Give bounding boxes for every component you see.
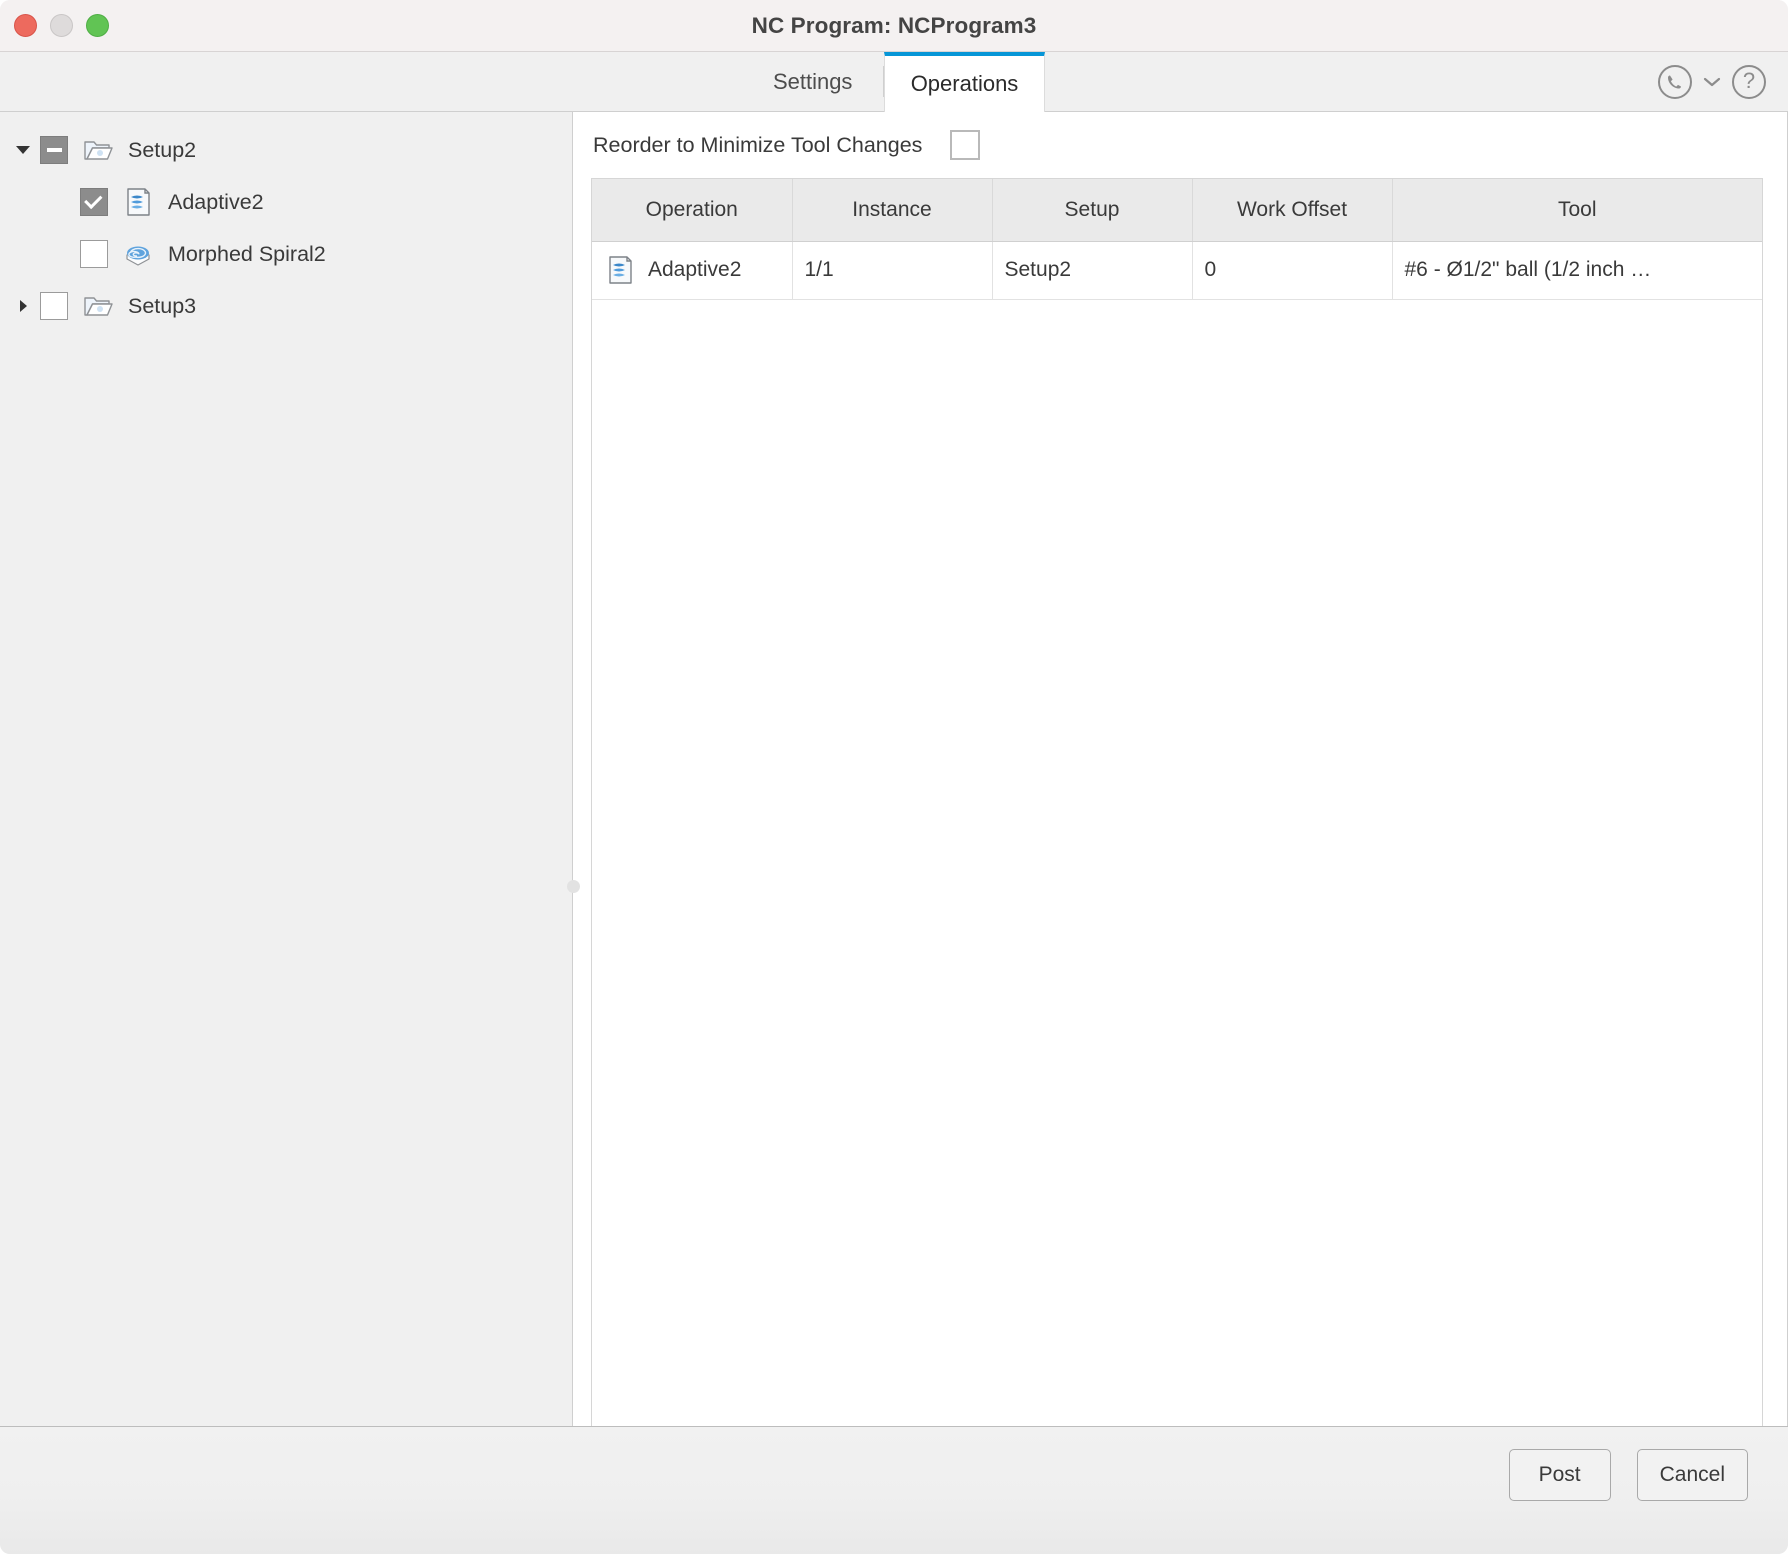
tree-item-setup2[interactable]: Setup2	[0, 124, 572, 176]
help-question-glyph: ?	[1742, 67, 1756, 93]
minimize-window-button[interactable]	[50, 14, 73, 37]
operations-table-container: Operation Instance Setup Work Offset Too…	[591, 178, 1763, 1426]
tree-checkbox-setup2[interactable]	[40, 136, 68, 164]
column-header-setup[interactable]: Setup	[992, 179, 1193, 242]
tab-list: Settings Operations	[743, 52, 1046, 112]
collapse-triangle-icon[interactable]	[6, 300, 40, 312]
cell-instance: 1/1	[792, 241, 993, 300]
column-header-tool[interactable]: Tool	[1392, 179, 1762, 242]
tab-settings-label: Settings	[772, 68, 853, 94]
operation-cell-content: Adaptive2	[604, 254, 780, 286]
operation-name: Adaptive2	[648, 258, 742, 281]
chevron-down-icon[interactable]	[1702, 72, 1722, 92]
folder-open-icon	[82, 290, 114, 322]
reorder-row: Reorder to Minimize Tool Changes	[573, 112, 1787, 178]
tree-item-label: Morphed Spiral2	[168, 241, 326, 266]
tab-bar-actions: ?	[1658, 52, 1766, 111]
maximize-window-button[interactable]	[86, 14, 109, 37]
expand-triangle-icon[interactable]	[6, 146, 40, 154]
column-header-work-offset[interactable]: Work Offset	[1192, 179, 1393, 242]
tree-checkbox-morphed-spiral2[interactable]	[80, 240, 108, 268]
reorder-checkbox[interactable]	[950, 130, 981, 160]
post-button[interactable]: Post	[1508, 1449, 1611, 1501]
window-title: NC Program: NCProgram3	[751, 12, 1037, 38]
pane-splitter-handle[interactable]	[567, 880, 580, 893]
table-header-row: Operation Instance Setup Work Offset Too…	[592, 179, 1762, 242]
title-bar: NC Program: NCProgram3	[0, 0, 1788, 52]
cell-setup: Setup2	[992, 241, 1193, 300]
cell-work-offset: 0	[1192, 241, 1393, 300]
tree-item-setup3[interactable]: Setup3	[0, 280, 572, 332]
operations-table: Operation Instance Setup Work Offset Too…	[592, 179, 1762, 300]
tab-settings[interactable]: Settings	[743, 52, 883, 111]
tree-item-adaptive2[interactable]: Adaptive2	[0, 176, 572, 228]
morphed-spiral-icon	[122, 238, 154, 270]
close-window-button[interactable]	[14, 14, 37, 37]
phone-in-circle-icon[interactable]	[1658, 64, 1692, 99]
tree-item-label: Setup2	[128, 137, 197, 162]
operations-panel: Reorder to Minimize Tool Changes Operati…	[573, 112, 1788, 1426]
nc-program-dialog: NC Program: NCProgram3 Settings Operatio…	[0, 0, 1788, 1554]
cell-tool: #6 - Ø1/2" ball (1/2 inch …	[1392, 241, 1762, 300]
adaptive-toolpath-icon	[604, 254, 636, 286]
column-header-instance[interactable]: Instance	[792, 179, 993, 242]
tree-item-label: Adaptive2	[168, 189, 264, 214]
dialog-body: Setup2 Adaptive2 Morphed Spiral2 Setup3 …	[0, 112, 1788, 1426]
tab-operations[interactable]: Operations	[883, 52, 1046, 112]
operations-tree: Setup2 Adaptive2 Morphed Spiral2 Setup3	[0, 112, 573, 1426]
column-header-operation[interactable]: Operation	[592, 179, 793, 242]
adaptive-toolpath-icon	[122, 186, 154, 218]
tree-item-label: Setup3	[128, 293, 197, 318]
folder-open-icon	[82, 134, 114, 166]
cancel-button[interactable]: Cancel	[1636, 1449, 1748, 1501]
operations-table-body: Adaptive2 1/1 Setup2 0 #6 - Ø1/2" ball (…	[592, 241, 1762, 300]
tree-item-morphed-spiral2[interactable]: Morphed Spiral2	[0, 228, 572, 280]
window-controls	[0, 14, 109, 37]
tree-checkbox-setup3[interactable]	[40, 292, 68, 320]
operations-table-head: Operation Instance Setup Work Offset Too…	[592, 179, 1762, 242]
table-row[interactable]: Adaptive2 1/1 Setup2 0 #6 - Ø1/2" ball (…	[592, 241, 1762, 300]
tree-checkbox-adaptive2[interactable]	[80, 188, 108, 216]
tab-operations-label: Operations	[910, 71, 1019, 96]
dialog-footer: Post Cancel	[0, 1426, 1788, 1554]
reorder-label: Reorder to Minimize Tool Changes	[593, 132, 923, 157]
cell-operation: Adaptive2	[592, 241, 793, 300]
tab-bar: Settings Operations ?	[0, 52, 1788, 112]
help-question-icon[interactable]: ?	[1732, 64, 1766, 99]
